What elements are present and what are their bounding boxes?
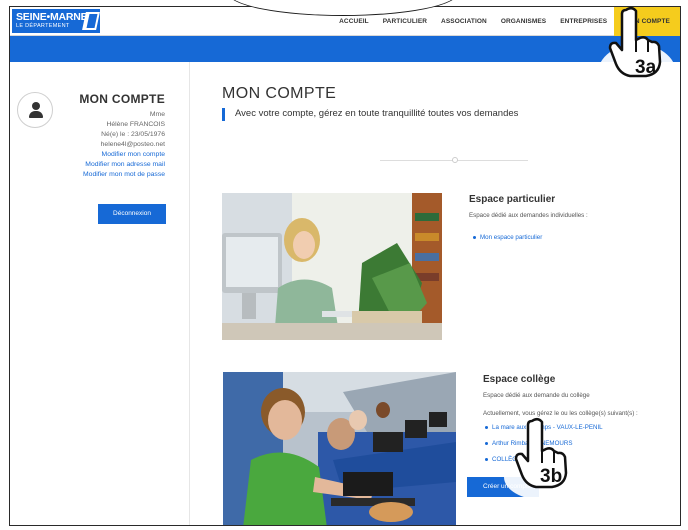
- site-logo[interactable]: SEINE•MARNE LE DÉPARTEMENT: [12, 9, 100, 33]
- account-sidebar: MON COMPTE Mme Hélène FRANCOIS Né(e) le …: [10, 62, 190, 525]
- bullet-icon: [485, 457, 488, 461]
- logo-title: SEINE•MARNE: [16, 11, 88, 23]
- college-title: Espace collège: [483, 374, 556, 385]
- header-band: [10, 36, 680, 62]
- college-photo: [223, 372, 456, 525]
- user-avatar-icon: [17, 92, 53, 128]
- particulier-photo: [222, 193, 442, 340]
- nav-association[interactable]: ASSOCIATION: [434, 7, 494, 36]
- college-desc: Espace dédié aux demande du collège: [483, 392, 590, 399]
- user-birthdate: Né(e) le : 23/05/1976: [101, 131, 165, 138]
- user-name: Hélène FRANCOIS: [106, 121, 165, 128]
- divider-dot: [452, 157, 458, 163]
- user-email: helene4l@posteo.net: [100, 141, 165, 148]
- bullet-icon: [473, 235, 476, 239]
- nav-organismes[interactable]: ORGANISMES: [494, 7, 553, 36]
- particulier-title: Espace particulier: [469, 194, 556, 205]
- step-3b-label: 3b: [540, 466, 563, 487]
- sidebar-title: MON COMPTE: [79, 92, 165, 106]
- page-subtitle: Avec votre compte, gérez en toute tranqu…: [235, 108, 519, 119]
- screenshot-frame: SEINE•MARNE LE DÉPARTEMENT ACCUEIL PARTI…: [9, 6, 681, 526]
- bullet-icon: [485, 425, 488, 429]
- logo-mark-icon: [82, 12, 100, 30]
- bullet-icon: [485, 441, 488, 445]
- edit-password-link[interactable]: Modifier mon mot de passe: [83, 171, 165, 178]
- logout-button[interactable]: Déconnexion: [98, 204, 166, 224]
- subtitle-accent: [222, 108, 225, 121]
- page-title: MON COMPTE: [222, 85, 337, 102]
- particulier-link[interactable]: Mon espace particulier: [473, 234, 542, 241]
- edit-email-link[interactable]: Modifier mon adresse mail: [85, 161, 165, 168]
- edit-account-link[interactable]: Modifier mon compte: [102, 151, 165, 158]
- logo-subtitle: LE DÉPARTEMENT: [16, 23, 70, 29]
- user-civility: Mme: [149, 111, 165, 118]
- step-3a-label: 3a: [635, 57, 657, 78]
- particulier-desc: Espace dédié aux demandes individuelles …: [469, 212, 588, 219]
- particulier-link-label: Mon espace particulier: [480, 234, 543, 241]
